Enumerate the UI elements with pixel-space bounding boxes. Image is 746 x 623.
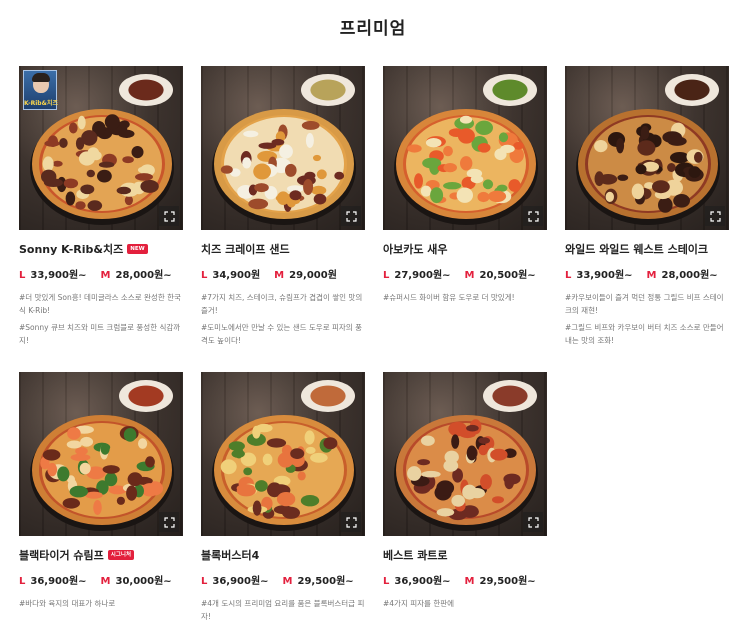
product-image[interactable]: K-Rib&치즈 bbox=[19, 66, 183, 230]
expand-icon[interactable] bbox=[523, 512, 543, 532]
description-block: #7가지 치즈, 스테이크, 슈림프가 겹겹이 쌓인 맛의 즐거! #도미노에서만… bbox=[201, 291, 365, 347]
price-value: 36,900원~ bbox=[212, 576, 269, 587]
page-title: 프리미엄 bbox=[339, 19, 407, 39]
product-description: #더 맛있게 Son흥! 데미글라스 소스로 완성한 한국식 K-Rib! bbox=[19, 293, 181, 315]
size-label-l: L bbox=[201, 576, 208, 587]
product-description: #그릴드 비프와 카우보이 버터 치즈 소스로 만들어내는 맛의 조화! bbox=[565, 323, 724, 345]
price-value: 33,900원~ bbox=[30, 270, 87, 281]
product-badge: NEW bbox=[127, 244, 148, 254]
product-image[interactable] bbox=[201, 372, 365, 536]
price-value: 29,000원 bbox=[289, 270, 337, 281]
price-value: 29,500원~ bbox=[479, 576, 536, 587]
product-name-row[interactable]: 치즈 크레이프 샌드 bbox=[201, 241, 365, 257]
price-value: 29,500원~ bbox=[297, 576, 354, 587]
description-block: #4개 도시의 프리미엄 요리를 품은 블록버스터급 피자! bbox=[201, 597, 365, 623]
product-name[interactable]: 치즈 크레이프 샌드 bbox=[201, 241, 290, 257]
product-image[interactable] bbox=[201, 66, 365, 230]
product-name[interactable]: 베스트 콰트로 bbox=[383, 547, 448, 563]
price-value: 30,000원~ bbox=[115, 576, 172, 587]
size-label-m: M bbox=[646, 270, 657, 281]
product-description: #카우보이들이 즐겨 먹던 정통 그릴드 비프 스테이크의 재현! bbox=[565, 293, 724, 315]
size-label-m: M bbox=[464, 576, 475, 587]
size-label-m: M bbox=[464, 270, 475, 281]
product-description: #7가지 치즈, 스테이크, 슈림프가 겹겹이 쌓인 맛의 즐거! bbox=[201, 293, 363, 315]
size-label-m: M bbox=[274, 270, 285, 281]
price-value: 20,500원~ bbox=[479, 270, 536, 281]
price-value: 27,900원~ bbox=[394, 270, 451, 281]
product-card[interactable]: 치즈 크레이프 샌드 L 34,900원 M 29,000원 #7가지 치즈, 스테이… bbox=[201, 66, 365, 351]
product-description: #4개 도시의 프리미엄 요리를 품은 블록버스터급 피자! bbox=[201, 599, 365, 621]
product-name[interactable]: 아보카도 새우 bbox=[383, 241, 448, 257]
price-row: L 34,900원 M 29,000원 bbox=[201, 266, 365, 281]
product-card[interactable]: 아보카도 새우 L 27,900원~ M 20,500원~ #슈퍼시드 화이버 함유 … bbox=[383, 66, 547, 308]
product-description: #4가지 피자를 한판에 bbox=[383, 599, 455, 608]
product-image[interactable] bbox=[19, 372, 183, 536]
product-name-row[interactable]: Sonny K-Rib&치즈 NEW bbox=[19, 241, 183, 257]
product-name[interactable]: 블랙타이거 슈림프 bbox=[19, 547, 104, 563]
expand-icon[interactable] bbox=[341, 512, 361, 532]
price-value: 28,000원~ bbox=[115, 270, 172, 281]
product-image[interactable] bbox=[383, 66, 547, 230]
price-row: L 36,900원~ M 29,500원~ bbox=[383, 572, 547, 587]
product-image[interactable] bbox=[383, 372, 547, 536]
price-row: L 36,900원~ M 30,000원~ bbox=[19, 572, 183, 587]
product-name-row[interactable]: 와일드 와일드 웨스트 스테이크 bbox=[565, 241, 729, 257]
size-label-m: M bbox=[100, 576, 111, 587]
product-card[interactable]: 블록버스터4 L 36,900원~ M 29,500원~ #4개 도시의 프리미엄 요… bbox=[201, 372, 365, 623]
product-description: #도미노에서만 만날 수 있는 샌드 도우로 피자의 풍격도 높이다! bbox=[201, 323, 362, 345]
image-badge-label: K-Rib&치즈 bbox=[24, 100, 58, 107]
price-value: 36,900원~ bbox=[30, 576, 87, 587]
product-image[interactable] bbox=[565, 66, 729, 230]
description-block: #더 맛있게 Son흥! 데미글라스 소스로 완성한 한국식 K-Rib! #So… bbox=[19, 291, 183, 347]
model-photo-badge: K-Rib&치즈 bbox=[23, 70, 58, 110]
product-card[interactable]: 블랙타이거 슈림프 시그니처 L 36,900원~ M 30,000원~ #바다와 육지… bbox=[19, 372, 183, 614]
product-name[interactable]: 와일드 와일드 웨스트 스테이크 bbox=[565, 241, 708, 257]
product-name-row[interactable]: 아보카도 새우 bbox=[383, 241, 547, 257]
description-block: #바다와 육지의 대표가 하나로 bbox=[19, 597, 183, 610]
price-value: 28,000원~ bbox=[661, 270, 718, 281]
product-description: #바다와 육지의 대표가 하나로 bbox=[19, 599, 116, 608]
price-value: 34,900원 bbox=[212, 270, 261, 281]
size-label-m: M bbox=[100, 270, 111, 281]
expand-icon[interactable] bbox=[159, 206, 179, 226]
price-value: 36,900원~ bbox=[394, 576, 451, 587]
price-value: 33,900원~ bbox=[576, 270, 633, 281]
expand-icon[interactable] bbox=[159, 512, 179, 532]
product-name-row[interactable]: 블록버스터4 bbox=[201, 547, 365, 563]
expand-icon[interactable] bbox=[523, 206, 543, 226]
size-label-l: L bbox=[19, 270, 26, 281]
size-label-l: L bbox=[383, 270, 390, 281]
product-card[interactable]: K-Rib&치즈 Sonny K-Rib&치즈 NEW L 33,900원~ M 28,… bbox=[19, 66, 183, 351]
description-block: #카우보이들이 즐겨 먹던 정통 그릴드 비프 스테이크의 재현! #그릴드 비프… bbox=[565, 291, 729, 347]
product-card[interactable]: 와일드 와일드 웨스트 스테이크 L 33,900원~ M 28,000원~ #카우보… bbox=[565, 66, 729, 351]
size-label-l: L bbox=[19, 576, 26, 587]
size-label-l: L bbox=[383, 576, 390, 587]
product-description: #슈퍼시드 화이버 함유 도우로 더 맛있게! bbox=[383, 293, 515, 302]
description-block: #4가지 피자를 한판에 bbox=[383, 597, 547, 610]
price-row: L 27,900원~ M 20,500원~ bbox=[383, 266, 547, 281]
price-row: L 36,900원~ M 29,500원~ bbox=[201, 572, 365, 587]
product-card[interactable]: 베스트 콰트로 L 36,900원~ M 29,500원~ #4가지 피자를 한판에 bbox=[383, 372, 547, 614]
size-label-m: M bbox=[282, 576, 293, 587]
product-name-row[interactable]: 베스트 콰트로 bbox=[383, 547, 547, 563]
product-name[interactable]: Sonny K-Rib&치즈 bbox=[19, 241, 123, 257]
product-name-row[interactable]: 블랙타이거 슈림프 시그니처 bbox=[19, 547, 183, 563]
expand-icon[interactable] bbox=[705, 206, 725, 226]
size-label-l: L bbox=[201, 270, 208, 281]
description-block: #슈퍼시드 화이버 함유 도우로 더 맛있게! bbox=[383, 291, 547, 304]
product-name[interactable]: 블록버스터4 bbox=[201, 547, 259, 563]
product-description: #Sonny 큐브 치즈와 미트 크럼블로 풍성한 식감까지! bbox=[19, 323, 181, 345]
price-row: L 33,900원~ M 28,000원~ bbox=[565, 266, 729, 281]
size-label-l: L bbox=[565, 270, 572, 281]
product-badge: 시그니처 bbox=[107, 550, 135, 560]
expand-icon[interactable] bbox=[341, 206, 361, 226]
price-row: L 33,900원~ M 28,000원~ bbox=[19, 266, 183, 281]
